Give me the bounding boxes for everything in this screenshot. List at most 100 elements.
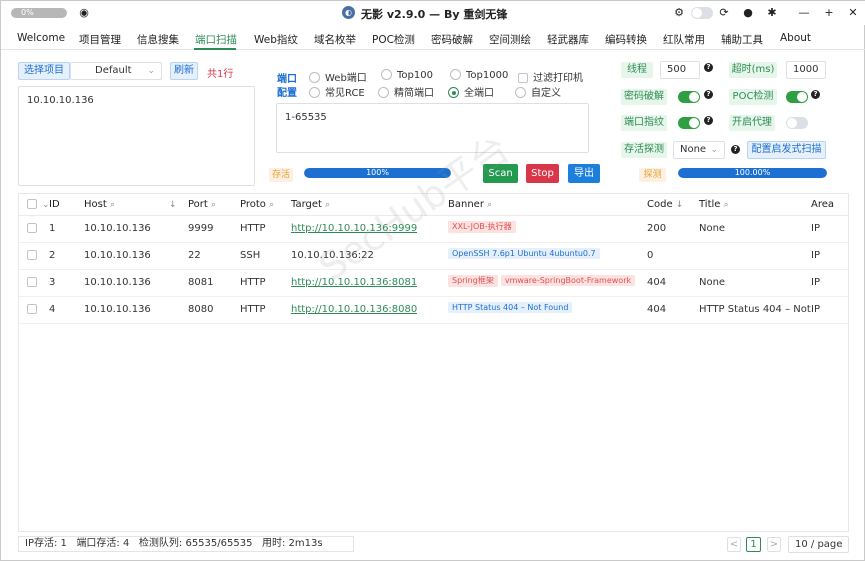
cell-title: None <box>699 223 726 234</box>
banner-tag: OpenSSH 7.6p1 Ubuntu 4ubuntu0.7 <box>448 248 600 259</box>
help-icon[interactable]: ? <box>731 145 740 154</box>
radio-custom[interactable]: 自定义 <box>515 84 561 99</box>
search-icon[interactable]: ⌕ <box>487 200 492 210</box>
radio-circle-icon <box>450 69 461 80</box>
next-page-button[interactable]: > <box>767 537 781 552</box>
threads-input[interactable]: 500 <box>660 61 700 79</box>
cell-area: IP <box>811 223 820 234</box>
theme-toggle[interactable] <box>691 7 713 19</box>
sort-icon[interactable]: ↓ <box>169 194 177 216</box>
alive-probe-select[interactable]: None ⌄ <box>673 141 725 159</box>
help-icon[interactable]: ? <box>704 116 713 125</box>
poc-check-toggle[interactable] <box>786 91 808 103</box>
select-project-button[interactable]: 选择项目 <box>18 62 70 80</box>
proxy-toggle[interactable] <box>786 117 808 129</box>
radio-label: Top100 <box>397 70 433 81</box>
maximize-button[interactable]: + <box>822 6 836 20</box>
menu-encoding[interactable]: 编码转换 <box>605 32 647 47</box>
port-fingerprint-toggle[interactable] <box>678 117 700 129</box>
heuristic-scan-button[interactable]: 配置启发式扫描 <box>747 141 826 159</box>
col-code[interactable]: Code ↓ <box>647 194 683 216</box>
menu-info-gathering[interactable]: 信息搜集 <box>137 32 179 47</box>
ports-input[interactable]: 1-65535 <box>276 103 589 153</box>
cell-target[interactable]: http://10.10.10.136:8081 <box>291 277 417 288</box>
search-icon[interactable]: ⌕ <box>724 200 729 210</box>
targets-textarea[interactable]: 10.10.10.136 <box>18 86 255 186</box>
help-icon[interactable]: ? <box>704 63 713 72</box>
row-checkbox[interactable] <box>27 223 42 234</box>
menu-poc-check[interactable]: POC检测 <box>372 32 415 47</box>
menu-redteam[interactable]: 红队常用 <box>663 32 705 47</box>
refresh-button[interactable]: 刷新 <box>170 62 198 80</box>
radio-all-ports[interactable]: 全端口 <box>448 84 494 99</box>
menu-aux-tools[interactable]: 辅助工具 <box>721 32 763 47</box>
page-size-select[interactable]: 10 / page ⌄ <box>788 536 849 553</box>
radio-circle-icon <box>515 87 526 98</box>
search-icon[interactable]: ⌕ <box>269 200 274 210</box>
github-icon[interactable]: ◉ <box>77 6 91 20</box>
radio-top100[interactable]: Top100 <box>381 69 433 81</box>
project-select-value: Default <box>95 65 132 76</box>
help-icon[interactable]: ? <box>704 90 713 99</box>
menu-domain-enum[interactable]: 域名枚举 <box>314 32 356 47</box>
page-1-button[interactable]: 1 <box>746 537 761 552</box>
col-title[interactable]: Title ⌕ <box>699 194 729 216</box>
radio-label: Top1000 <box>466 70 509 81</box>
menu-welcome[interactable]: Welcome <box>17 32 65 44</box>
settings-gear-icon[interactable]: ⚙ <box>672 6 686 20</box>
cell-target[interactable]: http://10.10.10.136:9999 <box>291 223 417 234</box>
radio-slim-ports[interactable]: 精简端口 <box>378 84 434 99</box>
row-checkbox[interactable] <box>27 250 42 261</box>
row-checkbox[interactable] <box>27 277 42 288</box>
col-target[interactable]: Target ⌕ <box>291 194 330 216</box>
menu-port-scan[interactable]: 端口扫描 <box>195 32 237 47</box>
cell-proto: HTTP <box>240 223 266 234</box>
col-banner[interactable]: Banner ⌕ <box>448 194 492 216</box>
radio-web-ports[interactable]: Web端口 <box>309 69 367 84</box>
search-icon[interactable]: ⌕ <box>110 200 115 210</box>
col-id[interactable]: ID <box>49 194 60 216</box>
menu-light-weapons[interactable]: 轻武器库 <box>547 32 589 47</box>
table-row[interactable]: 2 10.10.10.136 22 SSH 10.10.10.136:22 OpenSSH… <box>19 243 848 270</box>
search-icon[interactable]: ⌕ <box>325 200 330 210</box>
port-config-label-2: 配置 <box>277 88 297 99</box>
menu-web-fingerprint[interactable]: Web指纹 <box>254 32 298 47</box>
bug-icon[interactable]: ✱ <box>765 6 779 20</box>
col-port[interactable]: Port ⌕ <box>188 194 216 216</box>
select-all-checkbox[interactable]: ⌄ <box>27 194 50 216</box>
minimize-button[interactable]: — <box>797 6 811 20</box>
prev-page-button[interactable]: < <box>727 537 741 552</box>
search-icon[interactable]: ⌕ <box>211 200 216 210</box>
menu-cyberspace-mapping[interactable]: 空间测绘 <box>489 32 531 47</box>
col-host[interactable]: Host ⌕ <box>84 194 115 216</box>
password-crack-toggle[interactable] <box>678 91 700 103</box>
table-row[interactable]: 4 10.10.10.136 8080 HTTP http://10.10.10.136… <box>19 297 848 324</box>
table-row[interactable]: 3 10.10.10.136 8081 HTTP http://10.10.10.136… <box>19 270 848 297</box>
help-icon[interactable]: ? <box>811 90 820 99</box>
refresh-icon[interactable]: ⟳ <box>717 6 731 20</box>
radio-top1000[interactable]: Top1000 <box>450 69 508 81</box>
radio-common-rce[interactable]: 常见RCE <box>309 84 365 99</box>
github-repo-icon[interactable]: ● <box>741 6 755 20</box>
project-select[interactable]: Default ⌄ <box>70 62 162 80</box>
row-checkbox[interactable] <box>27 304 42 315</box>
scan-button[interactable]: Scan <box>483 164 518 183</box>
radio-circle-icon <box>381 69 392 80</box>
menu-project-management[interactable]: 项目管理 <box>79 32 121 47</box>
filter-printer-checkbox[interactable]: 过滤打印机 <box>518 69 583 84</box>
table-row[interactable]: 1 10.10.10.136 9999 HTTP http://10.10.10.136… <box>19 216 848 243</box>
menu-password-crack[interactable]: 密码破解 <box>431 32 473 47</box>
menu-about[interactable]: About <box>780 32 811 44</box>
radio-label: 精简端口 <box>394 88 434 99</box>
stop-button[interactable]: Stop <box>526 164 559 183</box>
col-proto[interactable]: Proto ⌕ <box>240 194 274 216</box>
status-port-alive: 端口存活: 4 <box>76 538 130 549</box>
col-area[interactable]: Area <box>811 194 834 216</box>
status-ip-alive: IP存活: 1 <box>25 538 67 549</box>
timeout-input[interactable]: 1000 <box>786 61 826 79</box>
banner-tag: Spring框架 <box>448 275 498 287</box>
cell-target[interactable]: http://10.10.10.136:8080 <box>291 304 417 315</box>
export-button[interactable]: 导出 <box>568 164 600 183</box>
sort-icon[interactable]: ↓ <box>676 200 684 210</box>
close-button[interactable]: ✕ <box>846 6 860 20</box>
